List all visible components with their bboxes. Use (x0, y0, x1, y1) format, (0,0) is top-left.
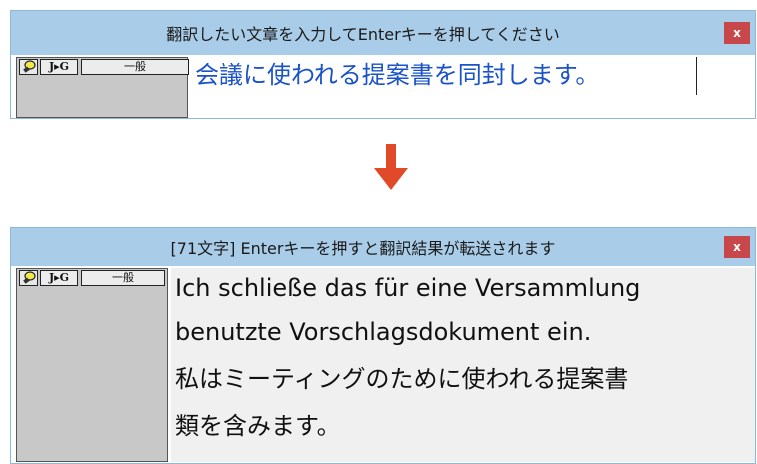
result-line: 類を含みます。 (175, 412, 341, 440)
result-window-titlebar[interactable]: [71文字] Enterキーを押すと翻訳結果が転送されます x (11, 228, 755, 266)
close-icon: x (733, 26, 741, 40)
result-line: Ich schließe das für eine Versammlung (175, 274, 641, 302)
input-hint-button[interactable] (19, 59, 38, 75)
translation-result[interactable]: Ich schließe das für eine Versammlung be… (171, 268, 755, 462)
input-tool-panel: J▸G 一般 (16, 57, 189, 118)
lightbulb-icon (23, 60, 36, 73)
lightbulb-icon (23, 271, 36, 284)
input-window-close-button[interactable]: x (724, 22, 750, 44)
result-window-close-button[interactable]: x (724, 236, 750, 258)
source-text-input[interactable]: 会議に使われる提案書を同封します。 (189, 57, 697, 95)
close-icon: x (733, 240, 741, 254)
result-tool-row: J▸G 一般 (17, 269, 167, 288)
result-tool-panel: J▸G 一般 (16, 268, 168, 462)
result-window: [71文字] Enterキーを押すと翻訳結果が転送されます x J▸G 一般 I… (10, 227, 756, 464)
down-arrow-icon (374, 144, 408, 190)
input-window-title: 翻訳したい文章を入力してEnterキーを押してください (166, 25, 560, 44)
result-line: benutzte Vorschlagsdokument ein. (175, 318, 592, 346)
input-window-titlebar[interactable]: 翻訳したい文章を入力してEnterキーを押してください x (11, 11, 755, 55)
result-window-title: [71文字] Enterキーを押すと翻訳結果が転送されます (170, 239, 556, 258)
result-direction-button[interactable]: J▸G (40, 270, 78, 286)
result-line: 私はミーティングのために使われる提案書 (175, 365, 629, 393)
input-tool-row: J▸G 一般 (17, 58, 189, 77)
result-hint-button[interactable] (19, 270, 38, 286)
result-dictionary-button[interactable]: 一般 (81, 270, 165, 286)
input-window: 翻訳したい文章を入力してEnterキーを押してください x J▸G 一般 会議に… (10, 10, 756, 119)
input-direction-button[interactable]: J▸G (40, 59, 78, 75)
input-dictionary-button[interactable]: 一般 (81, 59, 189, 75)
source-text-value: 会議に使われる提案書を同封します。 (195, 61, 600, 89)
